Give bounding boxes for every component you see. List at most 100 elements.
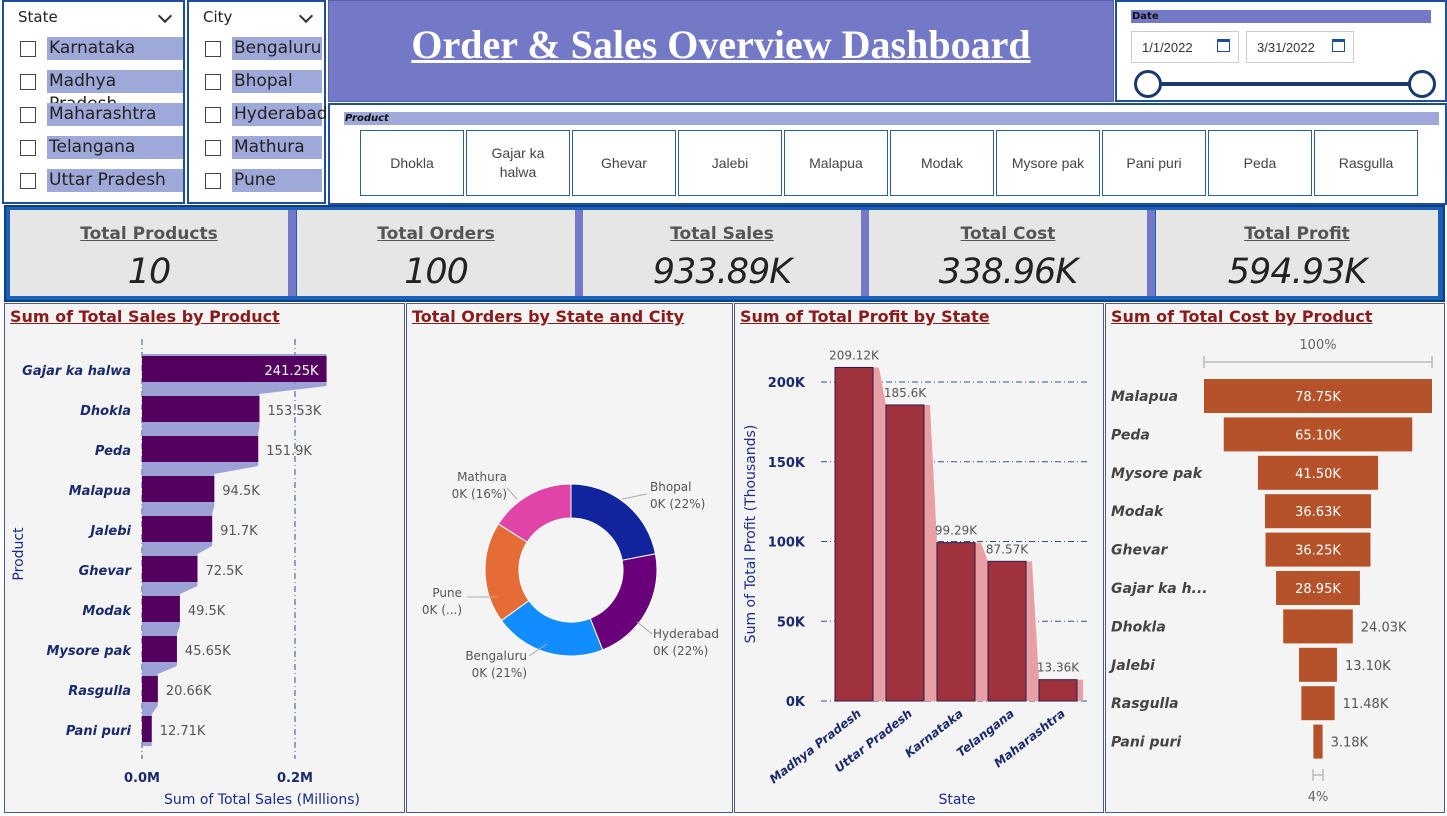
bar[interactable] [142,676,158,702]
data-label: 151.9K [266,444,312,459]
slice-name-label: Pune [432,586,462,600]
slicer-item-state[interactable]: Karnataka [4,32,183,65]
bar[interactable] [834,366,874,702]
product-button[interactable]: Dhokla [360,130,464,196]
category-label: Malapua [69,484,131,499]
slicer-item-city[interactable]: Bengaluru [189,32,324,65]
donut-slice[interactable] [589,553,658,651]
bar[interactable] [936,542,976,702]
data-label: 11.48K [1343,697,1389,712]
checkbox[interactable] [205,172,221,189]
orders-donut-chart: Bhopal 0K (22%) Hyderabad 0K (22%) Bengaluru… [422,470,719,680]
checkbox[interactable] [20,40,36,57]
slicer-item-state[interactable]: Uttar Pradesh [4,164,183,197]
slicer-item-state[interactable]: Madhya Pradesh [4,65,183,114]
kpi-value: 933.89K [652,252,792,292]
calendar-icon[interactable] [1217,39,1230,52]
y-tick-label: 50K [777,615,806,630]
start-date-input[interactable]: 1/1/2022 [1131,31,1239,63]
funnel-bar[interactable] [1299,647,1337,682]
city-slicer-header[interactable]: City [189,2,324,32]
data-label: 72.5K [205,564,243,579]
donut-slice[interactable] [570,483,657,561]
checkbox[interactable] [20,106,36,123]
checkbox[interactable] [20,73,36,90]
checkbox[interactable] [205,40,221,57]
slicer-item-city[interactable]: Mathura [189,131,324,164]
bar[interactable] [142,516,213,542]
product-button[interactable]: Rasgulla [1314,130,1418,196]
data-label: 241.25K [265,364,319,379]
end-date-input[interactable]: 3/31/2022 [1246,31,1354,63]
chevron-down-icon[interactable] [159,11,171,23]
category-label: Gajar ka h... [1111,581,1208,597]
data-label: 28.95K [1295,582,1341,597]
slice-value-label: 0K (21%) [472,666,527,680]
product-button[interactable]: Pani puri [1102,130,1206,196]
calendar-icon[interactable] [1332,39,1345,52]
slicer-item-state[interactable]: Telangana [4,131,183,164]
bar[interactable] [987,560,1027,702]
product-button[interactable]: Modak [890,130,994,196]
chart-title: Sum of Total Sales by Product [10,307,280,326]
category-label: Mysore pak [46,644,132,659]
category-label: Pani puri [66,724,132,739]
data-label: 94.5K [222,484,260,499]
bar[interactable] [142,556,198,582]
leader-line [636,621,653,635]
bar[interactable] [142,636,177,662]
kpi-value: 594.93K [1227,252,1367,292]
title-banner: Order & Sales Overview Dashboard [328,0,1114,102]
chevron-down-icon[interactable] [300,11,312,23]
data-label: 49.5K [188,604,226,619]
bar[interactable] [1038,679,1078,702]
checkbox[interactable] [20,172,36,189]
page-title: Order & Sales Overview Dashboard [411,22,1031,67]
slice-name-label: Hyderabad [653,627,719,641]
slicer-item-city[interactable]: Hyderabad [189,98,328,131]
checkbox[interactable] [205,73,221,90]
bar[interactable] [142,436,259,462]
checkbox[interactable] [205,106,221,123]
date-range-slider[interactable] [1147,82,1423,86]
checkbox[interactable] [205,139,221,156]
slicer-item-city[interactable]: Bhopal [189,65,324,98]
kpi-card: Total Cost 338.96K [869,210,1155,296]
slice-value-label: 0K (...) [422,603,462,617]
data-label: 41.50K [1295,467,1341,482]
product-button[interactable]: Jalebi [678,130,782,196]
cost-funnel-chart: 100% 4% Malapua 78.75K Peda 65.10K Mysore pak 4… [1108,338,1433,805]
bar[interactable] [885,404,925,702]
data-label: 209.12K [829,348,880,362]
profit-by-state-chart: 0K 50K 100K 150K 200K 209.12K Madhya Pradesh 18… [743,348,1090,808]
kpi-label: Total Profit [1244,224,1350,244]
end-date-value: 3/31/2022 [1257,40,1315,55]
data-label: 65.10K [1295,428,1341,443]
product-button[interactable]: Malapua [784,130,888,196]
state-slicer-header[interactable]: State [4,2,183,32]
data-label: 13.10K [1345,659,1391,674]
product-button[interactable]: Ghevar [572,130,676,196]
bar[interactable] [142,596,180,622]
bar[interactable] [142,716,152,742]
cost-by-product-panel: Sum of Total Cost by Product 100% 4% Malap… [1105,303,1445,813]
slicer-item-state[interactable]: Maharashtra [4,98,183,131]
slider-end-handle[interactable] [1408,70,1436,98]
checkbox[interactable] [20,139,36,156]
slider-start-handle[interactable] [1134,70,1162,98]
bar[interactable] [142,476,215,502]
data-label: 99.29K [935,524,978,538]
slice-value-label: 0K (22%) [650,497,705,511]
slicer-item-city[interactable]: Pune [189,164,324,197]
slicer-item-label: Madhya Pradesh [47,70,183,114]
leader-line [506,487,518,500]
category-label: Jalebi [1108,658,1155,674]
funnel-bar[interactable] [1283,609,1353,644]
bar[interactable] [142,396,260,422]
product-button[interactable]: Peda [1208,130,1312,196]
product-button[interactable]: Gajar ka halwa [466,130,570,196]
product-button[interactable]: Mysore pak [996,130,1100,196]
funnel-bar[interactable] [1313,724,1323,759]
category-label: Peda [1111,427,1150,443]
funnel-bar[interactable] [1301,686,1335,721]
